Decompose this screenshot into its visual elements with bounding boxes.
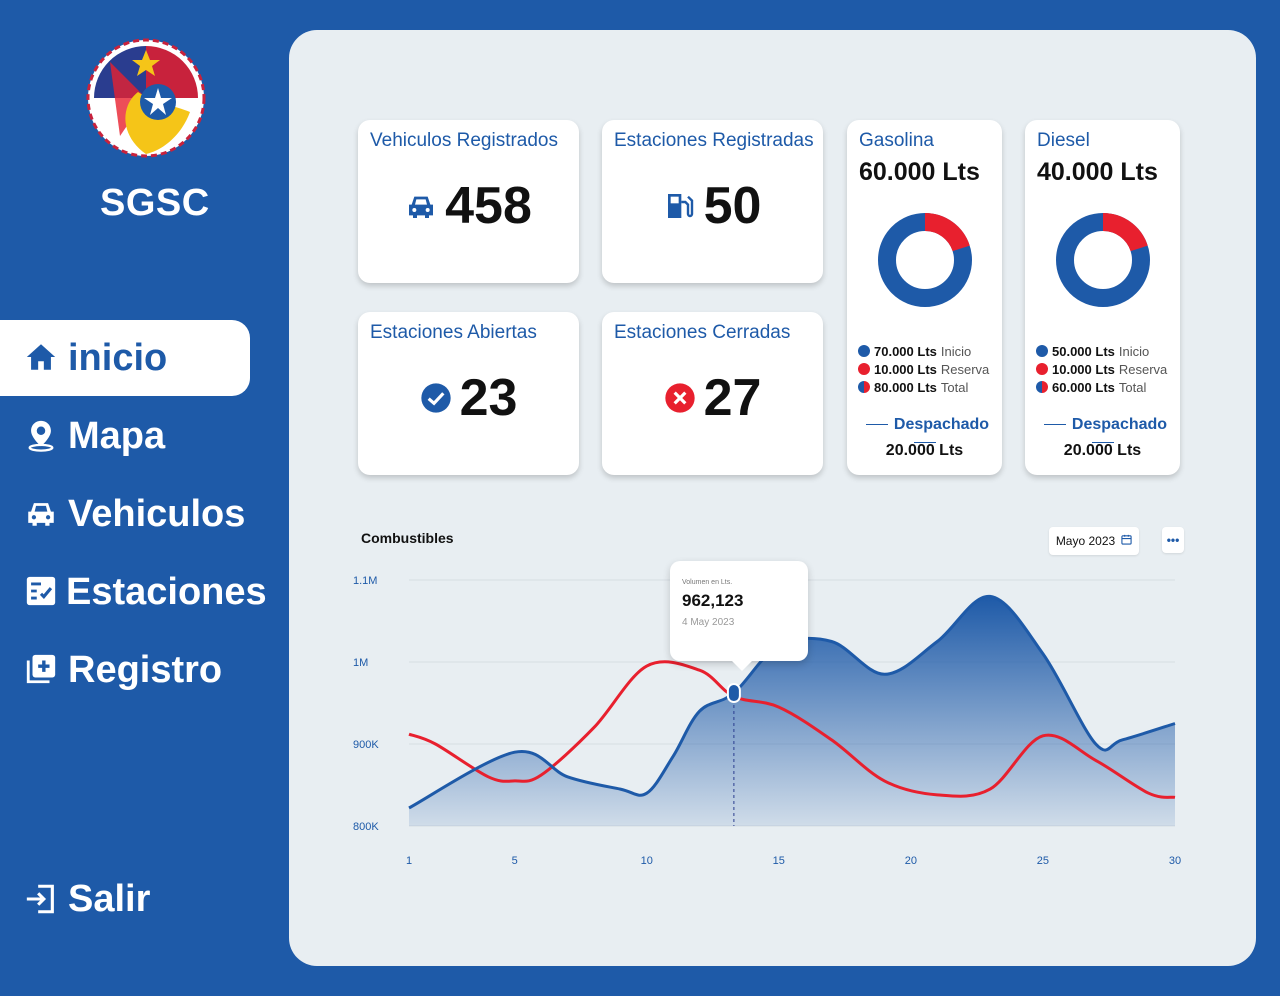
sgsc-logo <box>86 38 206 158</box>
legend-dot <box>858 363 870 375</box>
calendar-icon <box>1121 534 1132 548</box>
legend-label: Inicio <box>1118 343 1150 359</box>
stat-card-estaciones-cerradas[interactable]: Estaciones Cerradas 27 <box>602 312 823 475</box>
checklist-icon <box>24 574 58 610</box>
legend-label: Total <box>1118 379 1147 395</box>
fuel-title: Diesel <box>1037 130 1090 151</box>
stat-value: 23 <box>459 369 518 427</box>
legend-dot <box>858 381 870 393</box>
legend-item-total: 60.000 Lts Total <box>1036 378 1167 396</box>
tooltip-date: 4 May 2023 <box>682 617 735 628</box>
check-circle-icon <box>420 382 452 414</box>
y-tick-label: 1.1M <box>353 575 377 587</box>
stat-title: Estaciones Registradas <box>614 130 814 151</box>
stat-card-estaciones-abiertas[interactable]: Estaciones Abiertas 23 <box>358 312 579 475</box>
legend-item-inicio: 50.000 Lts Inicio <box>1036 342 1167 360</box>
fuel-legend: 50.000 Lts Inicio 10.000 Lts Reserva 60.00… <box>1036 342 1167 396</box>
dispatched-value: 20.000 Lts <box>1063 442 1142 459</box>
legend-value: 60.000 Lts <box>1052 379 1115 395</box>
nav-label: Registro <box>68 648 223 691</box>
legend-value: 50.000 Lts <box>1052 343 1115 359</box>
fuel-amount: 60.000 Lts <box>859 158 980 186</box>
legend-item-reserva: 10.000 Lts Reserva <box>1036 360 1167 378</box>
legend-label: Reserva <box>940 361 990 377</box>
x-tick-label: 10 <box>641 855 653 867</box>
more-icon: ••• <box>1166 533 1180 547</box>
tooltip-value: 962,123 <box>682 591 744 610</box>
logout-button[interactable]: Salir <box>24 878 150 921</box>
fuel-donut-chart <box>878 213 972 307</box>
logout-label: Salir <box>68 878 151 920</box>
home-icon <box>24 340 60 376</box>
logout-icon <box>24 882 60 918</box>
x-tick-label: 30 <box>1169 855 1181 867</box>
nav-label: Estaciones <box>66 570 267 613</box>
nav-label: inicio <box>68 336 168 379</box>
legend-item-total: 80.000 Lts Total <box>858 378 989 396</box>
legend-item-inicio: 70.000 Lts Inicio <box>858 342 989 360</box>
y-tick-label: 800K <box>353 821 379 833</box>
stat-card-estaciones-registradas[interactable]: Estaciones Registradas 50 <box>602 120 823 283</box>
date-filter-button[interactable]: Mayo 2023 <box>1049 527 1139 555</box>
legend-value: 10.000 Lts <box>874 361 937 377</box>
legend-value: 70.000 Lts <box>874 343 937 359</box>
stat-title: Estaciones Abiertas <box>370 322 537 343</box>
fuel-donut-chart <box>1056 213 1150 307</box>
x-tick-label: 5 <box>512 855 518 867</box>
nav-item-mapa[interactable]: Mapa <box>0 398 250 474</box>
x-tick-label: 25 <box>1037 855 1049 867</box>
stat-title: Vehiculos Registrados <box>370 130 558 151</box>
dispatched-value: 20.000 Lts <box>885 442 964 459</box>
date-filter-label: Mayo 2023 <box>1055 534 1116 548</box>
nav-item-inicio[interactable]: inicio <box>0 320 250 396</box>
fuel-pump-icon <box>664 190 696 222</box>
fuel-title: Gasolina <box>859 130 934 151</box>
legend-value: 10.000 Lts <box>1052 361 1115 377</box>
legend-value: 80.000 Lts <box>874 379 937 395</box>
main-panel: Vehiculos Registrados 458 Estaciones Reg… <box>289 30 1256 966</box>
x-tick-label: 20 <box>905 855 917 867</box>
nav-item-registro[interactable]: Registro <box>0 632 250 708</box>
car-icon <box>405 190 437 222</box>
legend-label: Inicio <box>940 343 972 359</box>
x-tick-label: 15 <box>773 855 785 867</box>
nav-label: Mapa <box>68 414 166 457</box>
x-circle-icon <box>664 382 696 414</box>
brand-name: SGSC <box>100 182 210 224</box>
legend-label: Reserva <box>1118 361 1168 377</box>
fuel-legend: 70.000 Lts Inicio 10.000 Lts Reserva 80.00… <box>858 342 989 396</box>
legend-label: Total <box>940 379 969 395</box>
nav-label: Vehiculos <box>68 492 246 535</box>
more-options-button[interactable]: ••• <box>1162 527 1184 553</box>
y-tick-label: 1M <box>353 657 368 669</box>
nav-item-estaciones[interactable]: Estaciones <box>0 554 267 630</box>
car-icon <box>24 496 60 532</box>
tooltip-label: Volumen en Lts. <box>682 579 733 586</box>
legend-dot <box>1036 363 1048 375</box>
y-tick-label: 900K <box>353 739 379 751</box>
stat-value: 27 <box>703 369 762 427</box>
fuel-card-diesel[interactable]: Diesel 40.000 Lts 50.000 Lts Inicio 10.00… <box>1025 120 1180 475</box>
chart-title: Combustibles <box>361 530 454 546</box>
legend-dot <box>858 345 870 357</box>
legend-dot <box>1036 381 1048 393</box>
fuel-amount: 40.000 Lts <box>1037 158 1158 186</box>
x-tick-label: 1 <box>406 855 412 867</box>
stat-value: 50 <box>703 177 762 235</box>
nav-item-vehiculos[interactable]: Vehiculos <box>0 476 250 552</box>
stat-title: Estaciones Cerradas <box>614 322 791 343</box>
stat-card-vehiculos[interactable]: Vehiculos Registrados 458 <box>358 120 579 283</box>
stat-value: 458 <box>445 177 532 235</box>
fuel-card-gasolina[interactable]: Gasolina 60.000 Lts 70.000 Lts Inicio 10.… <box>847 120 1002 475</box>
add-copy-icon <box>24 652 60 688</box>
legend-dot <box>1036 345 1048 357</box>
chart-tooltip: Volumen en Lts. 962,123 4 May 2023 <box>670 561 808 671</box>
map-pin-icon <box>24 418 60 454</box>
highlight-marker <box>726 683 741 704</box>
legend-item-reserva: 10.000 Lts Reserva <box>858 360 989 378</box>
